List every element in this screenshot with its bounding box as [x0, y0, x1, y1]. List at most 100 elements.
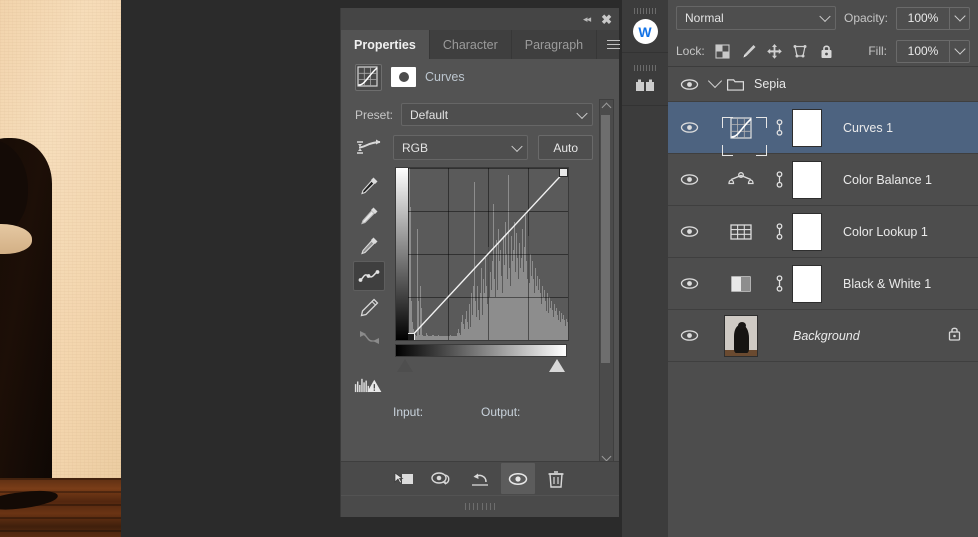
curve-preset-icon[interactable]: [355, 138, 383, 158]
color-lookup-layer-icon: [724, 215, 758, 249]
preset-value: Default: [410, 107, 449, 122]
layer-thumbnail-cell[interactable]: [710, 314, 772, 357]
input-gradient-ramp: [395, 344, 567, 357]
close-panel-icon[interactable]: ✖: [601, 13, 612, 26]
lock-transparent-pixels-icon[interactable]: [714, 43, 731, 60]
panel-titlebar: ◂◂ ✖: [341, 8, 619, 30]
layer-visibility-eye-icon[interactable]: [668, 329, 710, 342]
fill-value: 100%: [907, 44, 939, 58]
opacity-label: Opacity:: [843, 11, 888, 25]
tab-properties-label: Properties: [354, 37, 416, 52]
curves-graph[interactable]: [395, 167, 569, 399]
curves-grid-area: [408, 168, 568, 340]
fill-dropdown-icon[interactable]: [949, 40, 969, 62]
adjustment-header: Curves: [341, 59, 619, 95]
opacity-dropdown-icon[interactable]: [949, 7, 969, 29]
delete-adjustment-layer-icon[interactable]: [539, 463, 573, 494]
background-photo-thumbnail: [724, 314, 758, 357]
layer-visibility-eye-icon[interactable]: [668, 121, 710, 134]
gray-point-eyedropper-icon[interactable]: [354, 231, 384, 259]
opacity-field[interactable]: 100%: [896, 6, 970, 30]
smooth-curve-icon[interactable]: [354, 323, 384, 351]
layer-visibility-eye-icon[interactable]: [668, 225, 710, 238]
curves-plot-area[interactable]: [395, 167, 569, 341]
tab-character[interactable]: Character: [430, 30, 512, 59]
toggle-layer-visibility-icon[interactable]: [501, 463, 535, 494]
layer-link-icon[interactable]: [772, 118, 786, 137]
blend-mode-dropdown[interactable]: Normal: [676, 6, 836, 30]
black-point-slider[interactable]: [397, 359, 413, 372]
preset-row: Preset: Default: [341, 95, 619, 126]
layer-link-icon[interactable]: [772, 170, 786, 189]
group-name-label: Sepia: [754, 77, 786, 91]
clip-to-layer-icon[interactable]: [387, 463, 421, 494]
workspace-background: [121, 0, 340, 537]
tab-properties[interactable]: Properties: [341, 30, 430, 59]
layer-mask-thumbnail[interactable]: [792, 264, 822, 303]
lock-all-icon[interactable]: [818, 43, 835, 60]
table-row[interactable]: Color Lookup 1: [668, 206, 978, 258]
layer-mask-thumbnail[interactable]: [792, 160, 822, 199]
background-lock-icon[interactable]: [947, 325, 962, 347]
output-gradient-ramp: [396, 168, 408, 340]
table-row[interactable]: Curves 1: [668, 102, 978, 156]
lock-position-icon[interactable]: [766, 43, 783, 60]
lock-image-pixels-icon[interactable]: [740, 43, 757, 60]
layer-thumbnail-cell[interactable]: [710, 111, 772, 156]
dock-item-wacom[interactable]: W: [622, 0, 668, 53]
curve-point-tool-icon[interactable]: [353, 261, 385, 291]
layer-thumbnail-cell[interactable]: [710, 215, 772, 249]
tab-paragraph[interactable]: Paragraph: [512, 30, 598, 59]
scroll-up-icon[interactable]: [600, 100, 613, 113]
layer-visibility-eye-icon[interactable]: [668, 277, 710, 290]
layer-thumbnail-cell[interactable]: [710, 267, 772, 301]
toggle-previous-state-icon[interactable]: [425, 463, 459, 494]
panel-resize-grip[interactable]: [341, 496, 619, 517]
histogram-warning-icon[interactable]: [354, 371, 384, 399]
blend-mode-value: Normal: [685, 11, 724, 25]
fill-field[interactable]: 100%: [896, 39, 970, 63]
layer-link-icon[interactable]: [772, 222, 786, 241]
layer-name-label: Black & White 1: [843, 276, 932, 291]
white-point-slider[interactable]: [549, 359, 565, 372]
group-visibility-eye-icon[interactable]: [668, 78, 710, 91]
input-label: Input:: [393, 405, 424, 419]
collapse-panel-icon[interactable]: ◂◂: [583, 14, 591, 24]
layer-visibility-eye-icon[interactable]: [668, 173, 710, 186]
scrollbar-thumb[interactable]: [601, 115, 610, 363]
layer-mask-thumbnail[interactable]: [792, 212, 822, 251]
lock-row: Lock: Fill: 100%: [668, 36, 978, 67]
input-ramp-row: [395, 344, 567, 375]
layers-panel: Normal Opacity: 100% Lock: Fill: 100% Se…: [668, 0, 978, 537]
properties-body: Preset: Default RGB Auto Input: Output:: [341, 95, 619, 472]
color-balance-layer-icon: [724, 163, 758, 197]
curve-control-point-highlight[interactable]: [559, 168, 568, 177]
dock-item-libraries[interactable]: [622, 53, 668, 106]
properties-scrollbar[interactable]: [599, 99, 614, 465]
table-row[interactable]: Color Balance 1: [668, 154, 978, 206]
channel-row: RGB Auto: [341, 126, 619, 160]
layer-mask-thumbnail[interactable]: [792, 108, 822, 147]
auto-button[interactable]: Auto: [538, 135, 593, 160]
table-row[interactable]: Background: [668, 310, 978, 362]
reset-adjustment-icon[interactable]: [463, 463, 497, 494]
document-canvas[interactable]: [0, 0, 121, 537]
black-white-point-sliders: [395, 359, 567, 375]
curve-control-point-shadow[interactable]: [408, 333, 415, 340]
preset-dropdown[interactable]: Default: [401, 103, 593, 126]
lock-artboard-nesting-icon[interactable]: [792, 43, 809, 60]
curves-graph-row: [341, 160, 619, 399]
chevron-down-icon: [819, 10, 831, 23]
curves-tools-column: [351, 167, 387, 399]
black-point-eyedropper-icon[interactable]: [354, 201, 384, 229]
layer-group-sepia[interactable]: Sepia: [668, 67, 978, 102]
layer-mask-thumbnail[interactable]: [391, 67, 416, 87]
sample-in-image-eyedropper-icon[interactable]: [354, 171, 384, 199]
layer-link-icon[interactable]: [772, 274, 786, 293]
chevron-down-icon[interactable]: [707, 73, 723, 89]
layer-thumbnail-cell[interactable]: [710, 163, 772, 197]
pencil-draw-curve-icon[interactable]: [354, 293, 384, 321]
black-and-white-layer-icon: [724, 267, 758, 301]
table-row[interactable]: Black & White 1: [668, 258, 978, 310]
channel-dropdown[interactable]: RGB: [393, 135, 529, 160]
